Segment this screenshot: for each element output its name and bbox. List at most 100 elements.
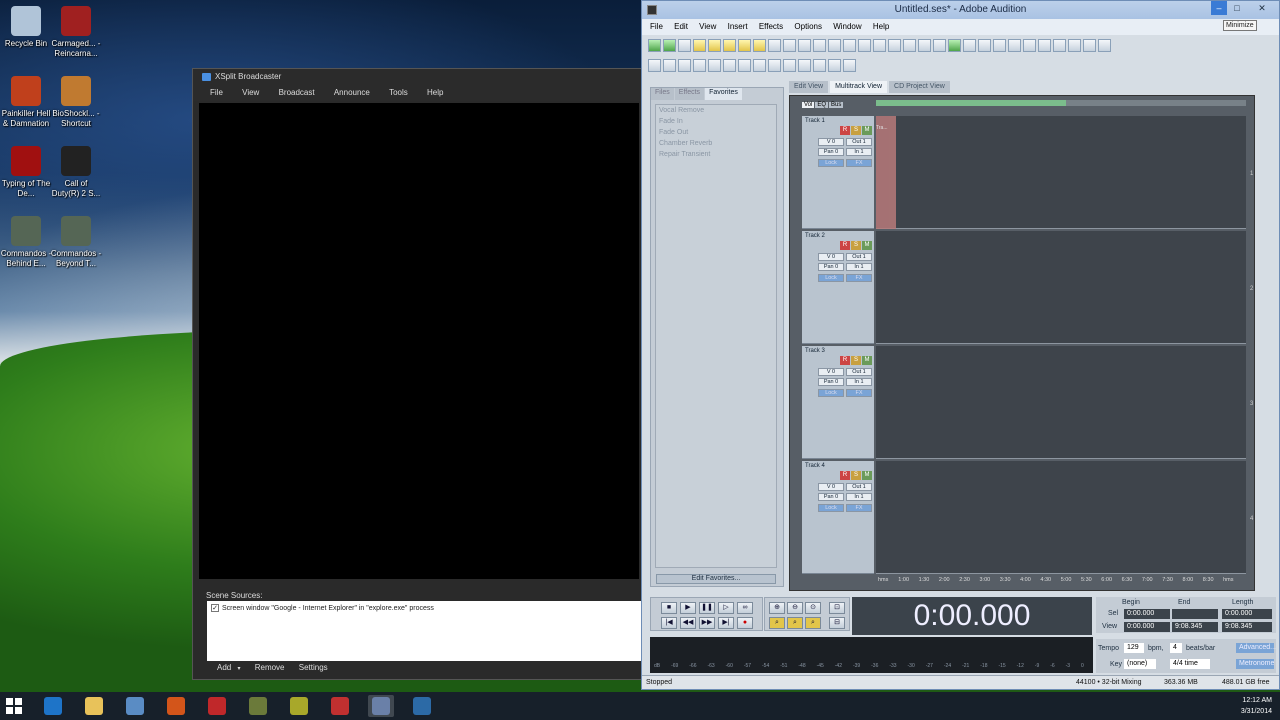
track-name[interactable]: Track 4 [805,463,825,469]
desktop-shortcut[interactable]: Commandos - Beyond T... [50,216,102,269]
toolbar-button[interactable] [813,39,826,52]
volume-control[interactable]: V 0 [818,483,844,491]
tab-bus[interactable]: Bus [829,102,844,108]
aud-menu-options[interactable]: Options [794,22,822,31]
time-signature-select[interactable]: 4/4 time [1170,659,1210,669]
pause-button[interactable]: ❚❚ [699,602,715,614]
zoom-vertical-icon[interactable]: ⊡ [829,602,845,614]
favorite-item[interactable]: Vocal Remove [656,105,776,116]
view-length-field[interactable]: 9:08.345 [1222,622,1272,632]
solo-button[interactable]: S [851,356,861,365]
xsplit-preview-canvas[interactable] [199,103,639,579]
toolbar-button[interactable] [768,59,781,72]
solo-button[interactable]: S [851,126,861,135]
play-button[interactable]: ▶ [680,602,696,614]
favorite-item[interactable]: Fade Out [656,127,776,138]
toolbar-button[interactable] [933,39,946,52]
toolbar-button[interactable] [693,39,706,52]
aud-menu-edit[interactable]: Edit [674,22,688,31]
toolbar-button[interactable] [948,39,961,52]
toolbar-button[interactable] [648,39,661,52]
scene-source-item[interactable]: ✓ Screen window "Google - Internet Explo… [207,601,647,612]
track-name[interactable]: Track 1 [805,118,825,124]
input-select[interactable]: In 1 [846,148,872,156]
fx-button[interactable]: FX [846,274,872,282]
tab-multitrack-view[interactable]: Multitrack View [830,81,888,93]
track-name[interactable]: Track 2 [805,233,825,239]
record-arm-button[interactable]: R [840,241,850,250]
toolbar-button[interactable] [753,39,766,52]
toolbar-button[interactable] [663,39,676,52]
toolbar-button[interactable] [753,59,766,72]
scene-sources-list[interactable]: ✓ Screen window "Google - Internet Explo… [207,601,647,661]
toolbar-button[interactable] [873,39,886,52]
track-lane[interactable] [876,461,1246,574]
lock-button[interactable]: Lock [818,274,844,282]
toolbar-button[interactable] [843,39,856,52]
pan-control[interactable]: Pan 0 [818,493,844,501]
lock-button[interactable]: Lock [818,504,844,512]
toolbar-button[interactable] [783,59,796,72]
track-lane[interactable] [876,346,1246,459]
fast-forward-button[interactable]: ▶▶ [699,617,715,629]
track-name[interactable]: Track 3 [805,348,825,354]
toolbar-button[interactable] [858,39,871,52]
record-arm-button[interactable]: R [840,126,850,135]
toolbar-button[interactable] [813,59,826,72]
favorite-item[interactable]: Chamber Reverb [656,138,776,149]
pan-control[interactable]: Pan 0 [818,378,844,386]
toolbar-button[interactable] [678,39,691,52]
desktop-shortcut[interactable]: Recycle Bin [0,6,52,49]
favorite-item[interactable]: Repair Transient [656,149,776,160]
audio-clip[interactable]: Tra... [876,116,896,229]
toolbar-button[interactable] [1053,39,1066,52]
timeline-ruler[interactable]: hms 1:00 1:30 2:00 2:30 3:00 3:30 4:00 4:30 5:00 5… [876,576,1246,586]
toolbar-button[interactable] [708,39,721,52]
overview-selection[interactable] [876,100,1066,106]
minimize-button[interactable]: – [1211,1,1227,15]
taskbar-app-button[interactable] [409,695,435,717]
aud-menu-view[interactable]: View [699,22,716,31]
toolbar-button[interactable] [1098,39,1111,52]
toolbar-button[interactable] [648,59,661,72]
toolbar-button[interactable] [678,59,691,72]
taskbar-app-button[interactable] [368,695,394,717]
aud-menu-window[interactable]: Window [833,22,861,31]
solo-button[interactable]: S [851,471,861,480]
mute-button[interactable]: M [862,471,872,480]
output-select[interactable]: Out 1 [846,253,872,261]
start-button[interactable] [6,698,22,714]
taskbar-app-button[interactable] [286,695,312,717]
taskbar-app-button[interactable] [163,695,189,717]
desktop-shortcut[interactable]: Carmaged... - Reincarna... [50,6,102,59]
source-settings-button[interactable]: Settings [299,663,328,672]
xsplit-menu-broadcast[interactable]: Broadcast [279,85,315,101]
aud-menu-help[interactable]: Help [873,22,889,31]
toolbar-button[interactable] [843,59,856,72]
lock-button[interactable]: Lock [818,159,844,167]
track-lane[interactable] [876,231,1246,344]
close-button[interactable]: ✕ [1247,1,1277,15]
zoom-vertical-out-icon[interactable]: ⊟ [829,617,845,629]
toolbar-button[interactable] [963,39,976,52]
volume-control[interactable]: V 0 [818,253,844,261]
session-overview-bar[interactable] [876,100,1246,106]
output-select[interactable]: Out 1 [846,138,872,146]
toolbar-button[interactable] [1083,39,1096,52]
zoom-out-icon[interactable]: ⊖ [787,602,803,614]
favorite-item[interactable]: Fade In [656,116,776,127]
input-select[interactable]: In 1 [846,493,872,501]
fx-button[interactable]: FX [846,504,872,512]
input-select[interactable]: In 1 [846,378,872,386]
record-arm-button[interactable]: R [840,471,850,480]
lock-button[interactable]: Lock [818,389,844,397]
add-dropdown-icon[interactable]: ▾ [237,666,240,672]
output-select[interactable]: Out 1 [846,483,872,491]
desktop-shortcut[interactable]: BioShockl... - Shortcut [50,76,102,129]
toolbar-button[interactable] [1068,39,1081,52]
volume-control[interactable]: V 0 [818,368,844,376]
mute-button[interactable]: M [862,356,872,365]
toolbar-button[interactable] [888,39,901,52]
xsplit-menu-view[interactable]: View [242,85,259,101]
zoom-right-icon[interactable]: ⌕ [805,617,821,629]
